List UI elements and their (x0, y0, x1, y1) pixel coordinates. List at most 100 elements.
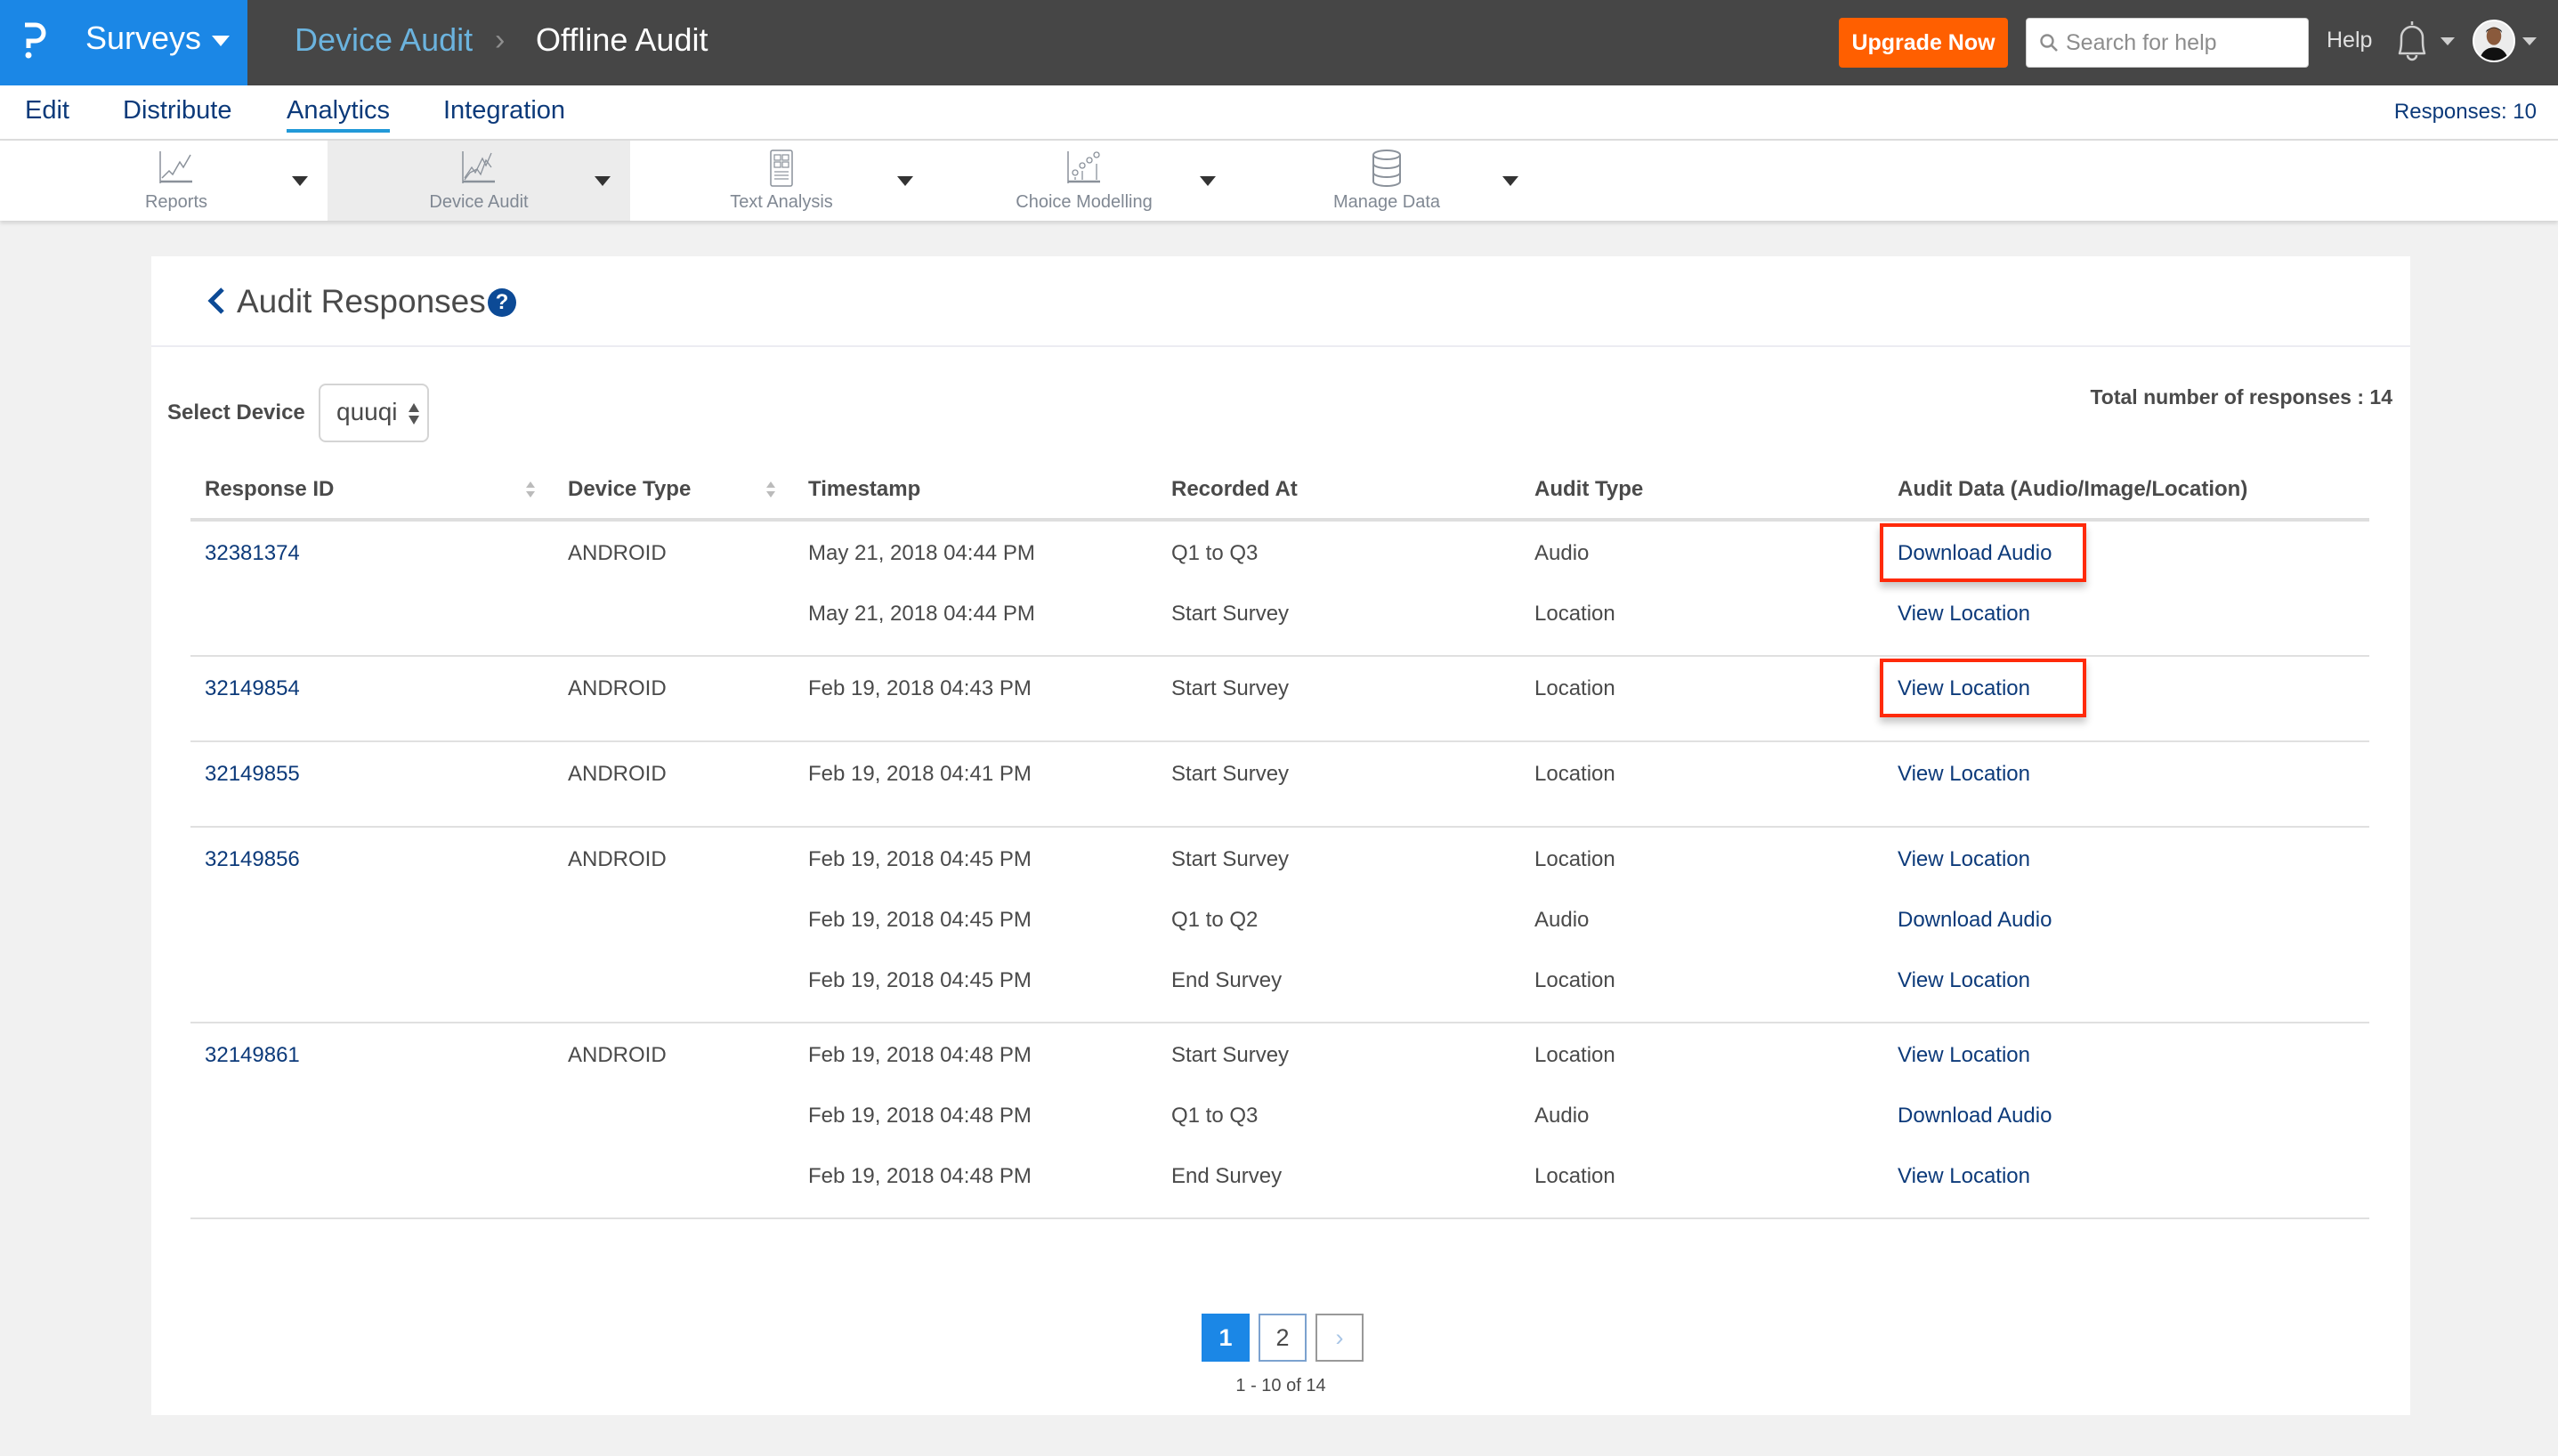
timestamp: Feb 19, 2018 04:45 PM (808, 847, 1032, 871)
tool-label: Choice Modelling (1016, 192, 1153, 212)
header-response-id[interactable]: Response ID (205, 477, 334, 502)
timestamp: Feb 19, 2018 04:43 PM (808, 676, 1032, 700)
response-id-link[interactable]: 32149855 (205, 762, 300, 787)
help-search-box[interactable] (2026, 18, 2309, 68)
chevron-down-icon (212, 36, 230, 46)
header-audit-data: Audit Data (Audio/Image/Location) (1898, 477, 2248, 501)
tool-label: Device Audit (429, 192, 529, 212)
view-location-link[interactable]: View Location (1898, 602, 2030, 627)
notifications-caret-icon[interactable] (2441, 37, 2455, 45)
timestamp: May 21, 2018 04:44 PM (808, 541, 1035, 565)
tool-label: Manage Data (1332, 192, 1441, 212)
timestamp: Feb 19, 2018 04:45 PM (808, 908, 1032, 932)
document-grid-icon (770, 150, 793, 187)
recorded-at: Start Survey (1171, 762, 1290, 786)
download-audio-link[interactable]: Download Audio (1898, 908, 2052, 933)
table-row-group: 32149855 ANDROID Feb 19, 2018 04:41 PM Star… (190, 742, 2369, 828)
tool-device-audit[interactable]: Device Audit (328, 141, 630, 221)
device-type: ANDROID (568, 847, 667, 871)
next-page-icon[interactable]: › (1315, 1314, 1364, 1362)
upgrade-now-button[interactable]: Upgrade Now (1839, 18, 2008, 68)
notifications-bell-icon[interactable] (2391, 18, 2433, 66)
recorded-at: End Survey (1171, 968, 1283, 992)
chevron-down-icon[interactable] (897, 176, 913, 186)
product-name: Surveys (85, 20, 202, 56)
view-location-link[interactable]: View Location (1898, 847, 2030, 872)
view-location-link[interactable]: View Location (1898, 968, 2030, 993)
chevron-down-icon[interactable] (1502, 176, 1518, 186)
download-audio-link[interactable]: Download Audio (1898, 541, 2052, 566)
help-link[interactable]: Help (2327, 28, 2372, 53)
total-responses: Total number of responses : 14 (2090, 385, 2392, 408)
response-id-link[interactable]: 32381374 (205, 541, 300, 566)
breadcrumb-device-audit[interactable]: Device Audit (295, 21, 473, 59)
response-id-link[interactable]: 32149861 (205, 1043, 300, 1068)
header-recorded-at: Recorded At (1171, 477, 1298, 501)
secondary-nav: Edit Distribute Analytics Integration Re… (0, 85, 2558, 141)
recorded-at: Start Survey (1171, 847, 1290, 871)
recorded-at: Q1 to Q3 (1171, 1104, 1259, 1128)
audit-type: Audio (1534, 908, 1590, 932)
brand-logo-icon (25, 22, 46, 59)
timestamp: Feb 19, 2018 04:41 PM (808, 762, 1032, 786)
response-id-link[interactable]: 32149856 (205, 847, 300, 872)
tool-choice-modelling[interactable]: Choice Modelling (933, 141, 1235, 221)
tool-manage-data[interactable]: Manage Data (1235, 141, 1538, 221)
audit-type: Location (1534, 968, 1615, 992)
view-location-link[interactable]: View Location (1898, 1043, 2030, 1068)
view-location-link[interactable]: View Location (1898, 762, 2030, 787)
chevron-down-icon[interactable] (1200, 176, 1216, 186)
search-icon (2040, 34, 2058, 52)
user-photo-icon (2474, 21, 2513, 61)
product-switcher[interactable]: Surveys (0, 0, 247, 85)
back-chevron-icon[interactable] (206, 287, 226, 315)
page-1-button[interactable]: 1 (1202, 1314, 1250, 1362)
tool-reports[interactable]: Reports (25, 141, 328, 221)
device-select-value: quuqi (336, 398, 398, 425)
view-location-link[interactable]: View Location (1898, 676, 2030, 701)
chevron-down-icon[interactable] (595, 176, 611, 186)
sort-icon[interactable] (525, 479, 536, 500)
table-row-group: 32381374 ANDROID May 21, 2018 04:44 PM Q1 t… (190, 522, 2369, 657)
nav-edit[interactable]: Edit (25, 96, 69, 129)
header-device-type[interactable]: Device Type (568, 477, 691, 502)
table-row-group: 32149856 ANDROID Feb 19, 2018 04:45 PM Star… (190, 828, 2369, 1023)
user-menu-caret-icon[interactable] (2522, 37, 2537, 45)
breadcrumb-current-page: Offline Audit (536, 21, 708, 58)
download-audio-link[interactable]: Download Audio (1898, 1104, 2052, 1128)
recorded-at: End Survey (1171, 1164, 1283, 1188)
help-search-input[interactable] (2066, 29, 2288, 56)
select-device-label: Select Device (167, 400, 305, 425)
audit-type: Location (1534, 602, 1615, 626)
card-header: Audit Responses ? (151, 256, 2410, 347)
tool-text-analysis[interactable]: Text Analysis (630, 141, 933, 221)
pagination-info: 1 - 10 of 14 (1235, 1376, 1326, 1395)
audit-responses-card: Audit Responses ? Select Device quuqi To… (151, 256, 2410, 1415)
timestamp: May 21, 2018 04:44 PM (808, 602, 1035, 626)
user-avatar[interactable] (2473, 20, 2515, 62)
audit-type: Location (1534, 847, 1615, 871)
sort-icon[interactable] (765, 479, 776, 500)
table-header: Response ID Device Type Timestamp Record… (190, 457, 2369, 522)
response-id-link[interactable]: 32149854 (205, 676, 300, 701)
device-type: ANDROID (568, 541, 667, 565)
audit-type: Location (1534, 1043, 1615, 1067)
top-bar: Surveys Device Audit › Offline Audit Upg… (0, 0, 2558, 85)
nav-analytics[interactable]: Analytics (287, 96, 391, 133)
audit-table: Response ID Device Type Timestamp Record… (190, 457, 2369, 1219)
device-select[interactable]: quuqi (319, 384, 429, 442)
timestamp: Feb 19, 2018 04:45 PM (808, 968, 1032, 992)
nav-distribute[interactable]: Distribute (123, 96, 232, 129)
header-timestamp: Timestamp (808, 477, 921, 501)
help-question-icon[interactable]: ? (488, 288, 516, 317)
select-arrows-icon (409, 403, 419, 425)
page-2-button[interactable]: 2 (1259, 1314, 1307, 1362)
table-body: 32381374 ANDROID May 21, 2018 04:44 PM Q1 t… (190, 522, 2369, 1219)
nav-integration[interactable]: Integration (443, 96, 565, 129)
database-icon (1372, 150, 1401, 187)
scatter-chart-icon (1067, 151, 1100, 183)
view-location-link[interactable]: View Location (1898, 1164, 2030, 1189)
header-audit-type: Audit Type (1534, 477, 1644, 501)
chevron-down-icon[interactable] (292, 176, 308, 186)
table-row-group: 32149854 ANDROID Feb 19, 2018 04:43 PM Star… (190, 657, 2369, 742)
